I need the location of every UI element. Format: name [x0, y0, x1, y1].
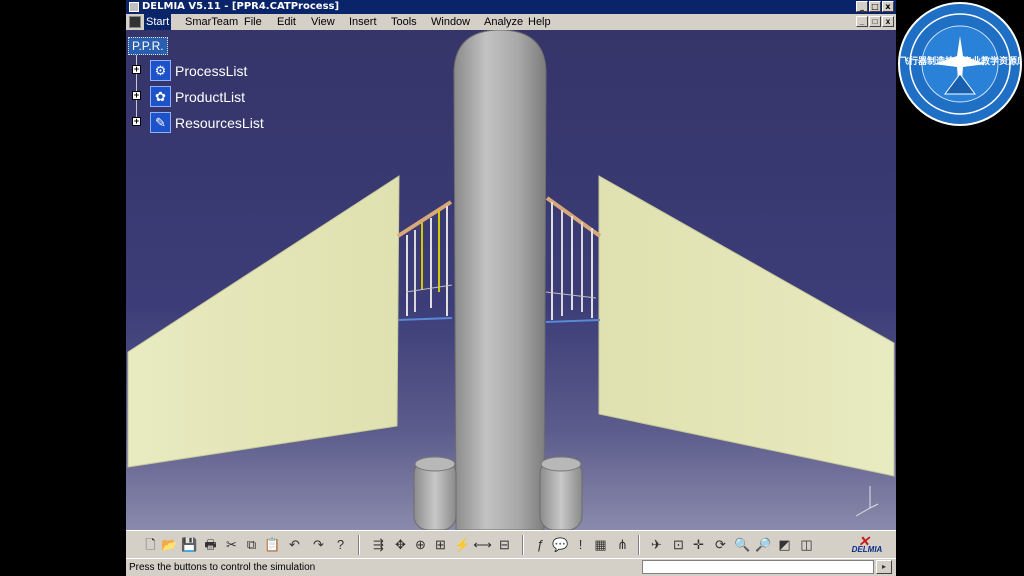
undo-icon[interactable]: ↶	[286, 536, 303, 553]
doc-restore-button[interactable]: □	[869, 16, 881, 27]
menu-file[interactable]: File	[242, 14, 264, 30]
maximize-button[interactable]: □	[869, 1, 881, 12]
view-mode-icon[interactable]: ◫	[798, 536, 815, 553]
zoom-in-icon[interactable]: 🔍	[734, 536, 751, 553]
left-wing-jig-structure[interactable]	[396, 200, 453, 321]
print-icon[interactable]: 🖶	[202, 536, 219, 553]
menu-bar: Start SmarTeam File Edit View Insert Too…	[126, 14, 896, 30]
knowledge-icon[interactable]: !	[572, 536, 589, 553]
window-title: DELMIA V5.11 - [PPR4.CATProcess]	[142, 1, 340, 12]
fly-mode-icon[interactable]: ✈	[648, 536, 665, 553]
fit-all-icon[interactable]: ⊡	[670, 536, 687, 553]
snap-icon[interactable]: ⊞	[432, 536, 449, 553]
watermark-text: 飞行器制造技术专业教学资源库	[900, 56, 1022, 66]
status-message: Press the buttons to control the simulat…	[129, 562, 316, 573]
fuselage[interactable]	[453, 30, 547, 530]
menu-help[interactable]: Help	[526, 14, 553, 30]
bottom-toolbar: 🗋 📂 💾 🖶 ✂ ⧉ 📋 ↶ ↷ ? ⇶ ✥ ⊕ ⊞ ⚡ ⟷ ⊟ ƒ 💬 ! …	[126, 530, 896, 558]
doc-close-button[interactable]: x	[882, 16, 894, 27]
clash-icon[interactable]: ⚡	[454, 536, 471, 553]
menu-edit[interactable]: Edit	[275, 14, 298, 30]
process-list-icon: ⚙	[150, 60, 171, 81]
title-bar: DELMIA V5.11 - [PPR4.CATProcess] _ □ x	[126, 0, 896, 14]
zoom-out-icon[interactable]: 🔎	[755, 536, 772, 553]
expand-icon[interactable]: +	[132, 91, 141, 100]
right-wing-jig-structure[interactable]	[545, 196, 602, 323]
new-icon[interactable]: 🗋	[142, 536, 159, 553]
menu-view[interactable]: View	[309, 14, 337, 30]
tree-expand-icon[interactable]: ⋔	[614, 536, 631, 553]
catalog-icon[interactable]: ▦	[592, 536, 609, 553]
delmia-logo: ✕ DELMIA	[844, 533, 890, 557]
delmia-window: DELMIA V5.11 - [PPR4.CATProcess] _ □ x S…	[126, 0, 896, 576]
delmia-logo-text: DELMIA	[851, 545, 883, 554]
pan-icon[interactable]: ✛	[690, 536, 707, 553]
simulation-icon[interactable]: ⇶	[370, 536, 387, 553]
menu-start[interactable]: Start	[144, 14, 172, 30]
menu-analyze[interactable]: Analyze	[482, 14, 525, 30]
tree-node-label: ProcessList	[175, 63, 248, 79]
copy-icon[interactable]: ⧉	[243, 536, 260, 553]
compass-icon[interactable]: ⊕	[412, 536, 429, 553]
3d-viewport[interactable]: P.P.R. + ⚙ ProcessList + ✿ ProductList +…	[126, 30, 896, 530]
menu-smarteam[interactable]: SmarTeam	[183, 14, 240, 30]
right-wing[interactable]	[598, 175, 895, 477]
close-button[interactable]: x	[882, 1, 894, 12]
toolbar-separator	[522, 535, 524, 555]
save-icon[interactable]: 💾	[181, 536, 198, 553]
delmia-app-icon[interactable]	[129, 2, 139, 12]
document-menu-icon[interactable]	[129, 16, 141, 28]
expand-icon[interactable]: +	[132, 65, 141, 74]
product-list-icon: ✿	[150, 86, 171, 107]
resource-library-logo: 飞行器制造技术专业教学资源库	[898, 2, 1022, 126]
minimize-button[interactable]: _	[856, 1, 868, 12]
axis-compass-icon[interactable]	[855, 486, 879, 517]
formula-icon[interactable]: ƒ	[532, 536, 549, 553]
menu-insert[interactable]: Insert	[347, 14, 379, 30]
section-icon[interactable]: ⊟	[496, 536, 513, 553]
comment-icon[interactable]: 💬	[552, 536, 569, 553]
command-button[interactable]: ▸	[876, 560, 892, 574]
resources-list-icon: ✎	[150, 112, 171, 133]
status-bar: Press the buttons to control the simulat…	[126, 558, 896, 576]
redo-icon[interactable]: ↷	[310, 536, 327, 553]
manipulate-icon[interactable]: ✥	[392, 536, 409, 553]
doc-minimize-button[interactable]: _	[856, 16, 868, 27]
tree-root-ppr[interactable]: P.P.R.	[128, 37, 168, 55]
expand-icon[interactable]: +	[132, 117, 141, 126]
open-icon[interactable]: 📂	[161, 536, 178, 553]
menu-window[interactable]: Window	[429, 14, 472, 30]
normal-view-icon[interactable]: ◩	[776, 536, 793, 553]
left-wing[interactable]	[127, 175, 400, 468]
measure-icon[interactable]: ⟷	[473, 536, 492, 553]
command-input[interactable]	[642, 560, 874, 574]
whats-this-icon[interactable]: ?	[332, 536, 349, 553]
paste-icon[interactable]: 📋	[264, 536, 281, 553]
menu-tools[interactable]: Tools	[389, 14, 419, 30]
specification-tree: P.P.R. + ⚙ ProcessList + ✿ ProductList +…	[126, 30, 426, 150]
rotate-icon[interactable]: ⟳	[712, 536, 729, 553]
tree-node-label: ResourcesList	[175, 115, 264, 131]
toolbar-separator	[358, 535, 360, 555]
toolbar-separator	[638, 535, 640, 555]
tree-node-label: ProductList	[175, 89, 246, 105]
cut-icon[interactable]: ✂	[223, 536, 240, 553]
